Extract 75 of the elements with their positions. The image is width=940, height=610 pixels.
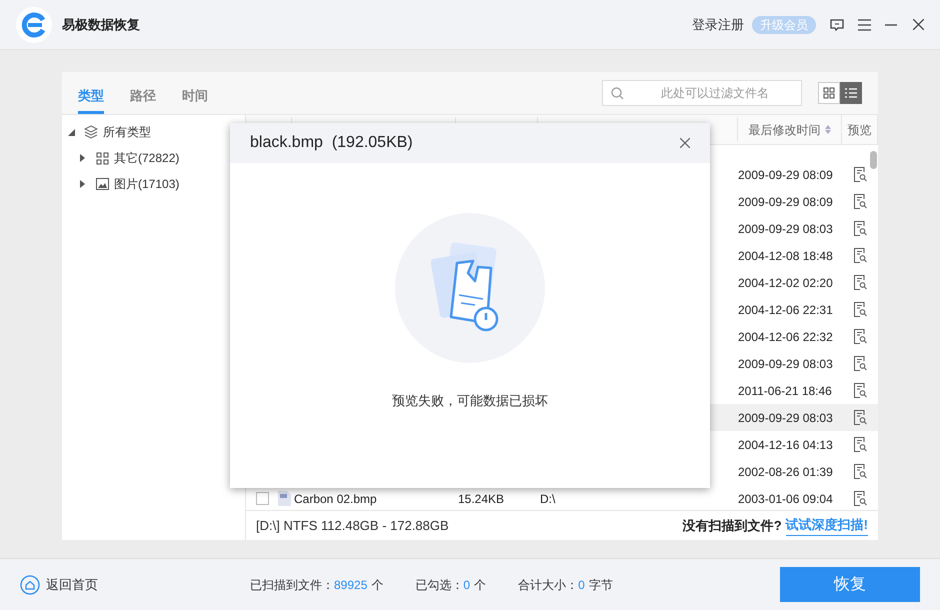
search-field[interactable]: 此处可以过滤文件名	[602, 80, 802, 106]
table-cell: 2004-12-16 04:13	[738, 438, 833, 452]
preview-icon[interactable]	[854, 410, 866, 425]
stat-value: 0	[463, 576, 470, 594]
scrollbar-thumb[interactable]	[870, 151, 877, 169]
table-cell: 2009-09-29 08:03	[738, 222, 833, 236]
preview-failed-message: 预览失败，可能数据已损坏	[392, 392, 548, 410]
stat-unit: 个	[371, 576, 384, 594]
preview-icon[interactable]	[854, 383, 866, 398]
preview-icon[interactable]	[854, 302, 866, 317]
app-logo-icon	[16, 6, 52, 42]
category-tab[interactable]: 时间	[182, 72, 208, 114]
close-icon[interactable]	[680, 138, 690, 148]
tree-item[interactable]: 其它(72822)	[114, 149, 180, 167]
preview-icon[interactable]	[854, 437, 866, 452]
table-cell: 2002-08-26 01:39	[738, 464, 833, 478]
table-cell: 2004-12-08 18:48	[738, 248, 833, 262]
category-tab[interactable]: 类型	[78, 72, 104, 114]
table-cell: 2009-09-29 08:03	[738, 356, 833, 370]
stat-unit: 个	[474, 576, 486, 594]
column-header[interactable]: 预览	[848, 120, 872, 138]
stat-value: 89925	[334, 576, 368, 594]
grid-icon	[96, 152, 109, 164]
preview-icon[interactable]	[854, 491, 866, 506]
deep-scan-link[interactable]: 试试深度扫描!	[786, 515, 868, 536]
image-icon	[96, 178, 109, 190]
table-cell: 15.24KB	[458, 492, 504, 506]
stat-label: 已勾选：	[415, 576, 464, 594]
table-cell: 2011-06-21 18:46	[738, 384, 832, 398]
preview-icon[interactable]	[854, 275, 866, 290]
back-home-link[interactable]: 返回首页	[46, 574, 98, 594]
list-icon	[845, 87, 857, 99]
grid-view-button[interactable]	[818, 82, 840, 104]
table-cell: D:\	[540, 492, 556, 506]
home-icon[interactable]	[20, 574, 40, 594]
grid-icon	[823, 87, 835, 99]
login-link[interactable]: 登录注册	[692, 14, 744, 34]
table-cell: 2004-12-02 02:20	[738, 276, 833, 290]
preview-icon[interactable]	[854, 356, 866, 371]
table-cell: 2004-12-06 22:32	[738, 330, 833, 344]
preview-icon[interactable]	[854, 329, 866, 344]
disk-info: [D:\] NTFS 112.48GB - 172.88GB	[256, 516, 449, 535]
preview-icon[interactable]	[854, 221, 866, 236]
close-icon[interactable]	[913, 19, 924, 30]
expanded-arrow-icon[interactable]	[68, 128, 76, 136]
column-header[interactable]: 最后修改时间	[748, 120, 820, 138]
preview-icon[interactable]	[854, 248, 866, 263]
feedback-icon[interactable]	[830, 18, 844, 32]
table-cell: 2003-01-06 09:04	[738, 492, 833, 506]
no-files-hint: 没有扫描到文件?	[682, 516, 782, 535]
stat-label: 已扫描到文件：	[250, 576, 334, 594]
layers-icon	[84, 125, 98, 139]
category-tab[interactable]: 路径	[130, 72, 156, 114]
app-title: 易极数据恢复	[62, 16, 140, 34]
image-file-icon	[278, 491, 291, 506]
tree-item[interactable]: 所有类型	[103, 123, 151, 141]
row-checkbox[interactable]	[256, 492, 269, 505]
preview-icon[interactable]	[854, 194, 866, 209]
menu-icon[interactable]	[858, 18, 871, 30]
table-cell: 2004-12-06 22:31	[738, 302, 833, 316]
table-cell: 2009-09-29 08:03	[738, 410, 833, 424]
preview-icon[interactable]	[854, 464, 866, 479]
preview-icon[interactable]	[854, 167, 866, 182]
table-cell: Carbon 02.bmp	[294, 492, 377, 506]
search-icon	[611, 87, 624, 100]
stat-label: 合计大小：	[518, 576, 578, 594]
table-cell: 2009-09-29 08:09	[738, 168, 833, 182]
stat-unit: 字节	[588, 576, 613, 594]
table-cell: 2009-09-29 08:09	[738, 194, 833, 208]
recover-button[interactable]: 恢复	[780, 567, 920, 602]
stat-value: 0	[578, 576, 585, 594]
tree-item[interactable]: 图片(17103)	[114, 175, 180, 193]
minimize-icon[interactable]	[885, 24, 897, 26]
list-view-button[interactable]	[840, 82, 862, 104]
dialog-title: black.bmp (192.05KB)	[250, 133, 413, 153]
